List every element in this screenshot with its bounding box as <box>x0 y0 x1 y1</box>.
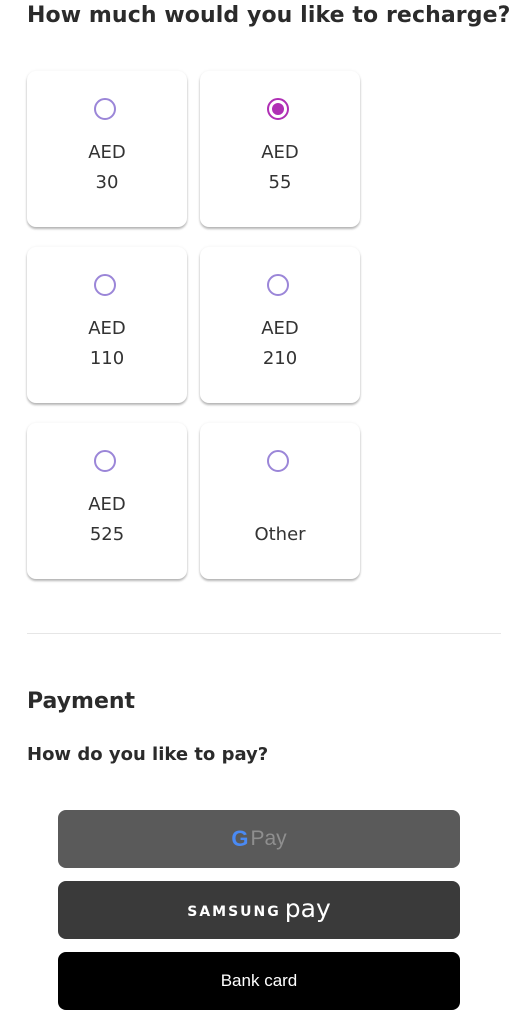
radio-icon[interactable] <box>94 274 116 296</box>
samsung-brand-label: SAMSUNG <box>187 904 281 920</box>
radio-selected-icon[interactable] <box>267 98 289 120</box>
option-amount: 30 <box>95 172 119 193</box>
google-pay-label: Pay <box>250 827 287 850</box>
google-g-icon: G <box>231 826 249 851</box>
recharge-option-55[interactable]: AED 55 <box>200 71 360 227</box>
option-other-label: Other <box>254 524 306 545</box>
option-amount: 210 <box>262 348 298 369</box>
option-amount: 110 <box>89 348 125 369</box>
recharge-option-110[interactable]: AED 110 <box>27 247 187 403</box>
option-amount: 525 <box>89 524 125 545</box>
recharge-option-525[interactable]: AED 525 <box>27 423 187 579</box>
radio-icon[interactable] <box>267 274 289 296</box>
recharge-title: How much would you like to recharge? <box>27 3 511 28</box>
pay-question: How do you like to pay? <box>27 744 269 765</box>
option-currency: AED <box>88 318 126 339</box>
recharge-option-30[interactable]: AED 30 <box>27 71 187 227</box>
samsung-pay-label: pay <box>284 894 331 923</box>
recharge-option-210[interactable]: AED 210 <box>200 247 360 403</box>
option-currency: AED <box>261 318 299 339</box>
section-divider <box>27 633 501 634</box>
option-currency: AED <box>88 494 126 515</box>
radio-icon[interactable] <box>94 450 116 472</box>
recharge-option-other[interactable]: Other <box>200 423 360 579</box>
radio-icon[interactable] <box>267 450 289 472</box>
option-currency: AED <box>88 142 126 163</box>
bank-card-button[interactable]: Bank card <box>58 952 460 1010</box>
google-pay-button[interactable]: G Pay <box>58 810 460 868</box>
option-amount: 55 <box>268 172 292 193</box>
payment-title: Payment <box>27 689 136 714</box>
option-currency: AED <box>261 142 299 163</box>
radio-icon[interactable] <box>94 98 116 120</box>
samsung-pay-button[interactable]: SAMSUNG pay <box>58 881 460 939</box>
bank-card-label: Bank card <box>220 971 298 990</box>
